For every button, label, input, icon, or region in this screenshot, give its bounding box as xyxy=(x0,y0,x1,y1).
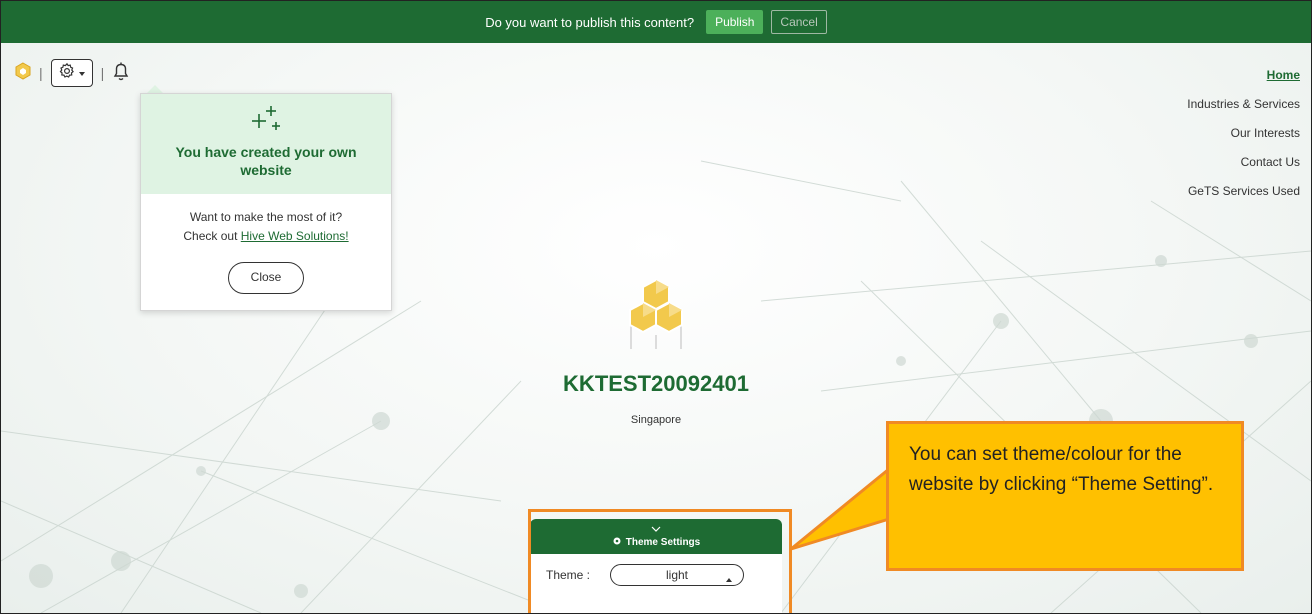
notification-popover: You have created your own website Want t… xyxy=(140,93,392,311)
settings-dropdown-button[interactable] xyxy=(50,59,93,87)
site-title: KKTEST20092401 xyxy=(563,371,749,396)
sparkle-icon xyxy=(249,104,283,139)
hive-web-solutions-link[interactable]: Hive Web Solutions! xyxy=(241,229,349,243)
popover-text-prefix: Check out xyxy=(183,229,241,243)
publish-question: Do you want to publish this content? xyxy=(485,14,695,30)
site-logo xyxy=(621,277,691,354)
nav-item-industries-services[interactable]: Industries & Services xyxy=(1187,97,1300,126)
popover-body: Want to make the most of it? Check out H… xyxy=(141,194,391,294)
gear-icon xyxy=(58,62,76,85)
toolbar-separator: | xyxy=(39,65,43,81)
callout-pointer xyxy=(790,465,891,551)
publish-bar: Do you want to publish this content? Pub… xyxy=(1,1,1311,43)
cancel-button[interactable]: Cancel xyxy=(771,10,827,34)
nav-item-our-interests[interactable]: Our Interests xyxy=(1187,126,1300,155)
popover-text-line1: Want to make the most of it? xyxy=(189,210,343,224)
toolbar-separator: | xyxy=(100,65,105,81)
theme-settings-highlight xyxy=(528,509,792,613)
caret-down-icon xyxy=(78,64,86,82)
bell-icon[interactable] xyxy=(112,61,130,86)
nav-item-gets-services-used[interactable]: GeTS Services Used xyxy=(1187,184,1300,213)
popover-arrow xyxy=(147,85,163,93)
publish-button[interactable]: Publish xyxy=(706,10,764,34)
hive-logo-icon[interactable] xyxy=(15,61,31,85)
callout-text: You can set theme/colour for the website… xyxy=(909,444,1214,495)
close-button[interactable]: Close xyxy=(228,262,304,294)
nav-item-home[interactable]: Home xyxy=(1187,68,1300,97)
editor-toolbar: | | xyxy=(15,59,130,87)
page-frame: Do you want to publish this content? Pub… xyxy=(0,0,1312,614)
nav-item-contact-us[interactable]: Contact Us xyxy=(1187,155,1300,184)
popover-text-line2: Check out Hive Web Solutions! xyxy=(141,227,391,246)
popover-title: You have created your own website xyxy=(175,144,357,178)
popover-header: You have created your own website xyxy=(141,94,391,194)
site-navigation: Home Industries & Services Our Interests… xyxy=(1187,68,1300,213)
tip-callout: You can set theme/colour for the website… xyxy=(886,421,1244,571)
